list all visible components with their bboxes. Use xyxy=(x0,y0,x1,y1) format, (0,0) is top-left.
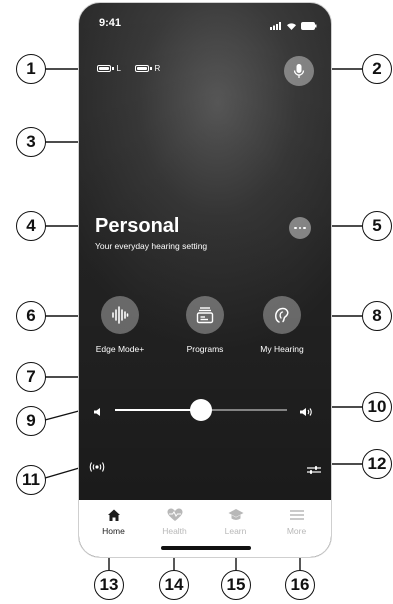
volume-up-icon[interactable] xyxy=(299,404,313,422)
my-hearing-label: My Hearing xyxy=(260,344,304,354)
tab-learn-label: Learn xyxy=(224,526,247,536)
more-options-button[interactable] xyxy=(289,217,311,239)
background-shade xyxy=(79,3,331,557)
programs-button[interactable]: Programs xyxy=(170,296,240,354)
phone-screen: 9:41 L R Personal Your everyday hearing … xyxy=(78,2,332,558)
program-subtitle: Your everyday hearing setting xyxy=(95,241,208,251)
equalizer-icon[interactable] xyxy=(306,462,322,480)
status-time: 9:41 xyxy=(99,17,122,29)
programs-icon xyxy=(196,307,214,324)
callout-3: 3 xyxy=(16,127,46,157)
callout-11: 11 xyxy=(16,465,46,495)
volume-slider-fill xyxy=(115,409,201,411)
tab-more[interactable]: More xyxy=(266,500,327,557)
edge-mode-label: Edge Mode+ xyxy=(95,344,145,354)
heart-pulse-icon xyxy=(144,507,205,523)
right-aid-label: R xyxy=(154,64,161,73)
left-aid-battery: L xyxy=(97,64,121,73)
volume-down-icon[interactable] xyxy=(93,404,103,422)
callout-15: 15 xyxy=(221,570,251,600)
microphone-icon xyxy=(293,64,305,78)
menu-icon xyxy=(266,507,327,523)
callout-8: 8 xyxy=(362,301,392,331)
my-hearing-button[interactable]: My Hearing xyxy=(247,296,317,354)
tab-home-label: Home xyxy=(102,526,125,536)
callout-12: 12 xyxy=(362,449,392,479)
callout-4: 4 xyxy=(16,211,46,241)
tab-more-label: More xyxy=(286,526,307,536)
callout-2: 2 xyxy=(362,54,392,84)
callout-9: 9 xyxy=(16,406,46,436)
hearing-aid-icon xyxy=(275,307,289,323)
callout-7: 7 xyxy=(16,362,46,392)
wifi-icon xyxy=(286,17,297,35)
tab-home[interactable]: Home xyxy=(83,500,144,557)
callout-10: 10 xyxy=(362,392,392,422)
battery-status-icon xyxy=(301,17,317,35)
home-icon xyxy=(83,507,144,523)
callout-5: 5 xyxy=(362,211,392,241)
signal-icon xyxy=(270,17,282,35)
volume-slider-thumb[interactable] xyxy=(190,399,212,421)
battery-icon xyxy=(135,65,149,72)
left-aid-label: L xyxy=(116,64,121,73)
edge-mode-button[interactable]: Edge Mode+ xyxy=(85,296,155,354)
callout-13: 13 xyxy=(94,570,124,600)
graduation-cap-icon xyxy=(205,507,266,523)
callout-14: 14 xyxy=(159,570,189,600)
home-indicator xyxy=(161,546,251,550)
program-title: Personal xyxy=(95,215,180,237)
microphone-button[interactable] xyxy=(284,56,314,86)
status-icons xyxy=(270,17,317,35)
volume-slider[interactable] xyxy=(115,399,287,421)
waveform-icon xyxy=(112,306,129,324)
ellipsis-icon xyxy=(294,226,297,230)
programs-label: Programs xyxy=(186,344,224,354)
callout-6: 6 xyxy=(16,301,46,331)
callout-16: 16 xyxy=(285,570,315,600)
tab-bar: Home Health Learn More xyxy=(79,500,331,557)
tab-health-label: Health xyxy=(162,526,187,536)
callout-1: 1 xyxy=(16,54,46,84)
streaming-icon[interactable] xyxy=(87,460,107,478)
battery-icon xyxy=(97,65,111,72)
right-aid-battery: R xyxy=(135,64,160,73)
